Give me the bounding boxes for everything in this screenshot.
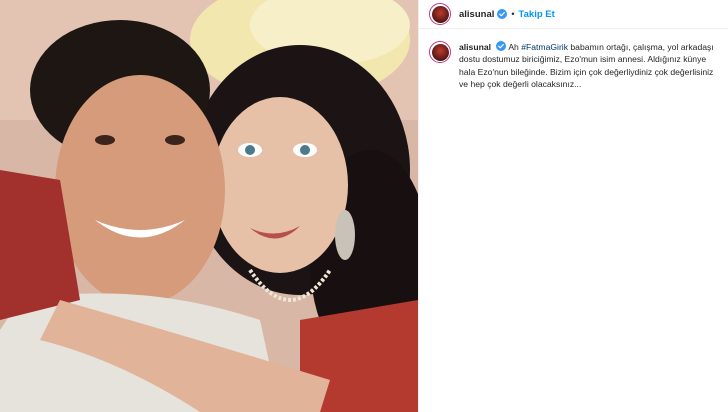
caption-avatar[interactable] [429,41,451,63]
caption-username[interactable]: alisunal [459,42,491,52]
caption: alisunal Ah #FatmaGirik babamın ortağı, … [459,41,718,91]
caption-prefix: Ah [508,42,519,52]
avatar[interactable] [429,3,451,25]
follow-button[interactable]: Takip Et [519,9,555,20]
separator-dot: • [511,9,515,19]
username-link[interactable]: alisunal [459,9,494,20]
verified-badge-icon [496,41,507,51]
hashtag-link[interactable]: #FatmaGirik [521,42,568,52]
post-photo-illustration [0,0,418,412]
post-photo[interactable] [0,0,418,412]
post-header: alisunal • Takip Et [419,0,728,29]
caption-row: alisunal Ah #FatmaGirik babamın ortağı, … [419,29,728,91]
verified-badge-icon [497,9,508,19]
post-sidebar: alisunal • Takip Et alisunal Ah #FatmaGi… [418,0,728,412]
